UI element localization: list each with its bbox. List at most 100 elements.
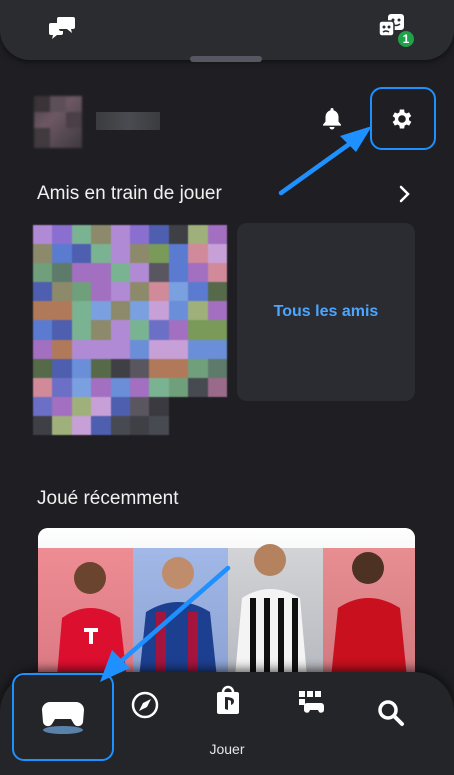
- blurred-pixel: [110, 301, 130, 321]
- blurred-pixel: [129, 263, 150, 283]
- blurred-pixel: [91, 263, 111, 283]
- blurred-pixel: [52, 320, 72, 340]
- blurred-pixel: [129, 301, 150, 321]
- blurred-pixel: [149, 263, 169, 283]
- blurred-pixel: [91, 358, 111, 378]
- blurred-pixel: [149, 415, 169, 435]
- all-friends-button[interactable]: Tous les amis: [237, 223, 415, 401]
- bell-icon[interactable]: [318, 103, 346, 133]
- blurred-pixel: [188, 358, 208, 378]
- blurred-pixel: [149, 320, 169, 340]
- blurred-pixel: [168, 358, 189, 378]
- blurred-pixel: [52, 377, 72, 397]
- blurred-pixel: [168, 320, 189, 340]
- blurred-pixel: [91, 320, 111, 340]
- blurred-pixel: [71, 263, 92, 283]
- blurred-pixel: [71, 339, 92, 359]
- blurred-pixel: [129, 358, 150, 378]
- blurred-pixel: [207, 301, 227, 321]
- gear-icon[interactable]: [386, 103, 418, 135]
- blurred-pixel: [149, 244, 169, 264]
- blurred-pixel: [188, 244, 208, 264]
- explore-compass-icon[interactable]: [128, 688, 162, 722]
- blurred-pixel: [52, 396, 72, 416]
- blurred-pixel: [91, 282, 111, 302]
- blurred-pixel: [207, 263, 227, 283]
- blurred-pixel: [129, 282, 150, 302]
- blurred-pixel: [52, 282, 72, 302]
- blurred-pixel: [110, 415, 130, 435]
- chevron-right-icon[interactable]: [394, 182, 416, 206]
- blurred-pixel: [129, 320, 150, 340]
- blurred-pixel: [33, 377, 53, 397]
- blurred-pixel: [52, 339, 72, 359]
- nav-label-play: Jouer: [209, 741, 245, 757]
- recent-game-banner[interactable]: [38, 528, 415, 688]
- blurred-pixel: [71, 301, 92, 321]
- blurred-pixel: [91, 396, 111, 416]
- arrow-to-settings: [278, 126, 372, 196]
- blurred-pixel: [33, 282, 53, 302]
- all-friends-label: Tous les amis: [273, 303, 379, 320]
- blurred-pixel: [188, 397, 207, 416]
- online-id: [96, 112, 160, 130]
- blurred-pixel: [33, 263, 53, 283]
- drag-handle[interactable]: [190, 56, 262, 62]
- ps-store-icon[interactable]: [212, 682, 244, 718]
- blurred-pixel: [71, 244, 92, 264]
- blurred-pixel: [91, 377, 111, 397]
- blurred-pixel: [91, 415, 111, 435]
- blurred-pixel: [71, 358, 92, 378]
- blurred-pixel: [188, 282, 208, 302]
- recently-played-title: Joué récemment: [37, 488, 179, 509]
- blurred-pixel: [188, 320, 208, 340]
- blurred-pixel: [188, 225, 208, 245]
- search-icon[interactable]: [374, 696, 408, 730]
- blurred-pixel: [33, 415, 53, 435]
- blurred-pixel: [71, 396, 92, 416]
- blurred-pixel: [208, 397, 227, 416]
- blurred-pixel: [207, 377, 227, 397]
- blurred-pixel: [52, 244, 72, 264]
- blurred-pixel: [188, 301, 208, 321]
- blurred-pixel: [110, 282, 130, 302]
- blurred-pixel: [149, 358, 169, 378]
- blurred-pixel: [110, 244, 130, 264]
- blurred-pixel: [71, 225, 92, 245]
- blurred-pixel: [207, 282, 227, 302]
- blurred-pixel: [33, 301, 53, 321]
- blurred-pixel: [129, 396, 150, 416]
- blurred-pixel: [52, 225, 72, 245]
- blurred-pixel: [52, 263, 72, 283]
- blurred-pixel: [188, 416, 207, 435]
- friend-playing-card[interactable]: [33, 225, 227, 435]
- blurred-pixel: [110, 263, 130, 283]
- blurred-pixel: [129, 377, 150, 397]
- blurred-pixel: [168, 339, 189, 359]
- blurred-pixel: [207, 320, 227, 340]
- blurred-pixel: [207, 339, 227, 359]
- blurred-pixel: [52, 358, 72, 378]
- blurred-pixel: [188, 377, 208, 397]
- friends-playing-title: Amis en train de jouer: [37, 183, 222, 204]
- blurred-pixel: [91, 339, 111, 359]
- blurred-pixel: [91, 244, 111, 264]
- blurred-pixel: [169, 397, 188, 416]
- blurred-pixel: [33, 244, 53, 264]
- blurred-pixel: [33, 358, 53, 378]
- blurred-pixel: [149, 301, 169, 321]
- blurred-pixel: [168, 225, 189, 245]
- blurred-pixel: [149, 339, 169, 359]
- blurred-pixel: [168, 282, 189, 302]
- blurred-pixel: [168, 377, 189, 397]
- blurred-pixel: [110, 396, 130, 416]
- blurred-pixel: [71, 320, 92, 340]
- blurred-pixel: [33, 225, 53, 245]
- blurred-pixel: [149, 377, 169, 397]
- chat-bubbles-icon[interactable]: [44, 10, 80, 44]
- avatar[interactable]: [34, 96, 82, 148]
- blurred-pixel: [208, 416, 227, 435]
- game-library-icon[interactable]: [294, 686, 326, 718]
- blurred-pixel: [91, 301, 111, 321]
- blurred-pixel: [207, 225, 227, 245]
